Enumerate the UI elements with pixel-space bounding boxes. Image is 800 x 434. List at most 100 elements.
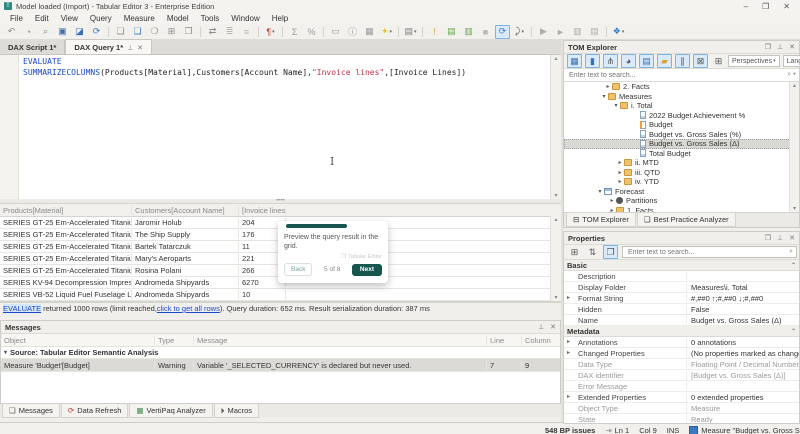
code-area[interactable]: 1EVALUATE2SUMMARIZECOLUMNS(Products[Mate… <box>19 55 550 199</box>
property-row[interactable]: Description <box>564 271 799 282</box>
categorize-icon[interactable]: ⊞ <box>567 245 582 259</box>
filter-columns-icon[interactable]: ▮ <box>585 54 600 68</box>
tree-item-forecast[interactable]: ▾ Forecast <box>564 187 799 197</box>
code-line[interactable]: 1EVALUATE <box>19 56 550 67</box>
undo-icon[interactable]: ↶ <box>4 25 19 39</box>
property-row[interactable]: Changed Properties ▸ (No properties marked… <box>564 348 799 359</box>
deploy-icon[interactable]: ⇄ <box>205 25 220 39</box>
tree-item-budget-vs-gross-sales-[interactable]: Budget vs. Gross Sales (%) <box>564 130 799 140</box>
tree-item-ii-mtd[interactable]: ▸ ii. MTD <box>564 158 799 168</box>
lightbulb-icon[interactable]: ✦ ▾ <box>379 25 394 39</box>
tree-item-2-facts[interactable]: ▸ 2. Facts <box>564 82 799 92</box>
stop-icon[interactable]: ■ <box>478 25 493 39</box>
scroll-up-icon[interactable]: ▴ <box>554 55 557 62</box>
grid-scrollbar[interactable]: ▴ ▾ <box>550 216 561 301</box>
dropdown-arrow-icon[interactable]: ▾ <box>622 29 625 35</box>
expander-icon[interactable]: ▾ <box>600 93 608 100</box>
property-row[interactable]: Display Folder Measures\i. Total <box>564 282 799 293</box>
tree-item-measures[interactable]: ▾ Measures <box>564 92 799 102</box>
filter-measures-icon[interactable]: ▦ <box>567 54 582 68</box>
table-row[interactable]: SERIES CC-14 hv 8345 ('Midnight') Electr… <box>0 301 561 302</box>
tree-scrollbar[interactable]: ▴ ▾ <box>789 82 799 212</box>
property-value[interactable]: Floating Point / Decimal Number (dou... <box>687 360 799 369</box>
db-script-icon[interactable]: ▥ <box>570 25 585 39</box>
table-row[interactable]: SERIES VB-52 Liquid Fuel Fuselage Long M… <box>0 289 561 301</box>
rectangle-icon[interactable]: ▭ <box>328 25 343 39</box>
minimize-button[interactable]: – <box>744 2 748 11</box>
expander-icon[interactable]: ▾ <box>612 102 620 109</box>
grid-column-header[interactable]: Products[Material] <box>0 205 132 215</box>
filter-tables-icon[interactable]: ▤ <box>639 54 654 68</box>
menu-measure[interactable]: Measure <box>118 13 161 24</box>
tree-item-iii-qtd[interactable]: ▸ iii. QTD <box>564 168 799 178</box>
menu-file[interactable]: File <box>4 13 29 24</box>
info-icon[interactable]: ⓘ <box>345 25 360 39</box>
scroll-down-icon[interactable]: ▾ <box>554 192 557 199</box>
property-value[interactable]: Ready <box>687 415 799 424</box>
dropdown-arrow-icon[interactable]: ▾ <box>390 29 393 35</box>
sort-az-icon[interactable]: ⇅ <box>585 245 600 259</box>
property-row[interactable]: Object Type Measure <box>564 403 799 414</box>
tree-item-iv-ytd[interactable]: ▸ iv. YTD <box>564 177 799 187</box>
script-file-icon[interactable]: ≡ <box>239 25 254 39</box>
messages-column-header[interactable]: Column <box>522 336 560 345</box>
search-icon[interactable]: ⌕ <box>789 248 793 256</box>
pin-icon[interactable]: ⊥ <box>777 234 783 242</box>
evaluate-link[interactable]: EVALUATE <box>3 304 42 313</box>
tree-item-i-total[interactable]: ▾ i. Total <box>564 101 799 111</box>
save-icon[interactable]: ▣ <box>55 25 70 39</box>
property-value[interactable]: 0 extended properties <box>687 393 799 402</box>
tour-next-button[interactable]: Next <box>351 263 382 276</box>
property-value[interactable]: Budget vs. Gross Sales (Δ) <box>687 316 799 325</box>
tool-tab-macros[interactable]: ⏵ Macros <box>213 404 260 418</box>
menu-model[interactable]: Model <box>161 13 195 24</box>
property-row[interactable]: Format String ▸ #,##0 ↑;#,##0 ↓;#,##0 <box>564 293 799 304</box>
perspectives-dropdown[interactable]: Perspectives ▾ <box>728 55 780 67</box>
menu-help[interactable]: Help <box>266 13 294 24</box>
layers-icon[interactable]: ▤ ▾ <box>403 25 418 39</box>
property-value[interactable]: (No properties marked as changed) <box>687 349 799 358</box>
menu-query[interactable]: Query <box>84 13 118 24</box>
new-script-icon[interactable]: ❏ <box>113 25 128 39</box>
search-icon[interactable]: ⌕ ▾ <box>787 71 796 79</box>
tab-dax-query-1-[interactable]: DAX Query 1* ⊥ ✕ <box>65 39 153 54</box>
expander-icon[interactable]: ▸ <box>567 349 570 356</box>
expander-icon[interactable]: ▸ <box>616 159 624 166</box>
messages-column-header[interactable]: Message <box>194 335 487 345</box>
property-row[interactable]: Hidden False <box>564 304 799 315</box>
aggregate-icon[interactable]: Σ <box>287 25 302 39</box>
close-icon[interactable]: ✕ <box>789 43 795 51</box>
expander-icon[interactable]: ▸ <box>608 197 616 204</box>
property-row[interactable]: Name Budget vs. Gross Sales (Δ) <box>564 315 799 326</box>
expander-icon[interactable]: ▸ <box>567 393 570 400</box>
pin-props-icon[interactable]: ❐ <box>603 245 618 259</box>
messages-column-header[interactable]: Type <box>155 335 194 345</box>
menu-view[interactable]: View <box>55 13 84 24</box>
tree-item-2022-budget-achievement-[interactable]: 2022 Budget Achievement % <box>564 111 799 121</box>
menu-window[interactable]: Window <box>225 13 265 24</box>
get-all-rows-link[interactable]: click to get all rows <box>157 304 220 313</box>
property-row[interactable]: Annotations ▸ 0 annotations <box>564 337 799 348</box>
property-row[interactable]: Data Type Floating Point / Decimal Number… <box>564 359 799 370</box>
tree-item-total-budget[interactable]: Total Budget <box>564 149 799 159</box>
tool-tab-data-refresh[interactable]: ⟳ Data Refresh <box>60 404 129 418</box>
messages-column-header[interactable]: Line <box>487 335 522 345</box>
panel-tab-tom-explorer[interactable]: ⊟ TOM Explorer <box>566 213 636 227</box>
expander-icon[interactable]: ▾ <box>596 188 604 195</box>
format-dax-icon[interactable]: ¶ ▾ <box>263 25 278 39</box>
messages-group-row[interactable]: ▾ Source: Tabular Editor Semantic Analysi… <box>1 347 560 359</box>
close-icon[interactable]: ✕ <box>789 234 795 242</box>
run-query-icon[interactable]: ⟳ <box>495 24 510 39</box>
play-file-icon[interactable]: ► <box>553 25 568 39</box>
property-value[interactable]: False <box>687 305 799 314</box>
tab-dax-script-1-[interactable]: DAX Script 1* <box>0 40 66 54</box>
filter-hierarchies-icon[interactable]: ⋔ <box>603 54 618 68</box>
find-icon[interactable]: ⌕ <box>38 25 53 39</box>
expander-icon[interactable]: ▸ <box>608 207 616 212</box>
vertipaq-doc-icon[interactable]: ▥ <box>461 25 476 39</box>
messages-doc-icon[interactable]: ▤ <box>444 25 459 39</box>
comment-icon[interactable]: ❍ <box>147 25 162 39</box>
menu-edit[interactable]: Edit <box>29 13 55 24</box>
tour-back-button[interactable]: Back <box>284 263 313 276</box>
save-all-icon[interactable]: ◪ <box>72 25 87 39</box>
